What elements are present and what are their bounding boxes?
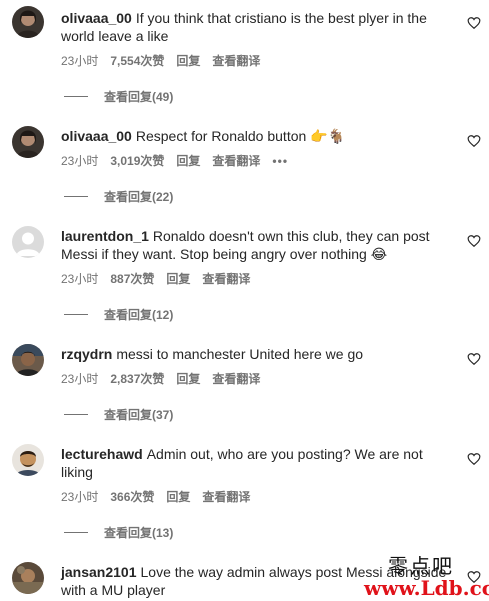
comment-meta: 23小时 7,554次赞 回复 查看翻译 [61,52,260,69]
avatar[interactable] [12,6,44,38]
heart-icon[interactable] [467,452,481,466]
comment-username[interactable]: rzqydrn [61,346,112,362]
divider-line [64,314,88,315]
divider-line [64,414,88,415]
watermark: 零点吧 www.Ldb.cc [364,550,489,600]
comment-text: laurentdon_1 Ronaldo doesn't own this clu… [61,227,453,263]
comment-time: 23小时 [61,54,99,68]
see-translation-button[interactable]: 查看翻译 [212,152,260,169]
view-replies-button[interactable]: 查看回复(13) [64,524,173,541]
avatar[interactable] [12,444,44,476]
comment-username[interactable]: laurentdon_1 [61,228,149,244]
comment-text: lecturehawd Admin out, who are you postin… [61,445,453,481]
comment-time: 23小时 [61,272,99,286]
comment-username[interactable]: olivaaa_00 [61,10,132,26]
comment-text: olivaaa_00 Respect for Ronaldo button 👉🐐 [61,127,453,145]
like-count[interactable]: 887次赞 [110,270,154,287]
view-replies-button[interactable]: 查看回复(49) [64,88,173,105]
view-replies-label: 查看回复(13) [104,526,174,540]
reply-button[interactable]: 回复 [166,270,190,287]
reply-button[interactable]: 回复 [176,370,200,387]
heart-icon[interactable] [467,16,481,30]
see-translation-button[interactable]: 查看翻译 [202,488,250,505]
avatar[interactable] [12,562,44,594]
heart-icon[interactable] [467,352,481,366]
view-replies-label: 查看回复(22) [104,190,174,204]
see-translation-button[interactable]: 查看翻译 [212,52,260,69]
reply-button[interactable]: 回复 [176,152,200,169]
comment-meta: 23小时 887次赞 回复 查看翻译 [61,270,250,287]
watermark-url: www.Ldb.cc [364,576,489,600]
view-replies-button[interactable]: 查看回复(37) [64,406,173,423]
like-count[interactable]: 2,837次赞 [110,370,164,387]
reply-button[interactable]: 回复 [176,52,200,69]
comment-username[interactable]: jansan2101 [61,564,137,580]
see-translation-button[interactable]: 查看翻译 [202,270,250,287]
more-options-icon[interactable]: ••• [272,154,288,168]
like-count[interactable]: 3,019次赞 [110,152,164,169]
comment-time: 23小时 [61,490,99,504]
comment-meta: 23小时 2,837次赞 回复 查看翻译 [61,370,260,387]
avatar[interactable] [12,344,44,376]
like-count[interactable]: 366次赞 [110,488,154,505]
see-translation-button[interactable]: 查看翻译 [212,370,260,387]
comment-username[interactable]: lecturehawd [61,446,143,462]
view-replies-label: 查看回复(37) [104,408,174,422]
like-count[interactable]: 7,554次赞 [110,52,164,69]
avatar[interactable] [12,226,44,258]
comment-body: Respect for Ronaldo button 👉🐐 [135,128,346,144]
comment-text: olivaaa_00 If you think that cristiano is… [61,9,453,45]
comment-text: rzqydrn messi to manchester United here w… [61,345,453,363]
heart-icon[interactable] [467,234,481,248]
comment-meta: 23小时 366次赞 回复 查看翻译 [61,488,250,505]
comment-username[interactable]: olivaaa_00 [61,128,132,144]
comment-time: 23小时 [61,372,99,386]
divider-line [64,196,88,197]
avatar[interactable] [12,126,44,158]
comment-body: messi to manchester United here we go [116,346,364,362]
divider-line [64,96,88,97]
watermark-chinese: 零点吧 [388,554,454,578]
reply-button[interactable]: 回复 [166,488,190,505]
view-replies-button[interactable]: 查看回复(12) [64,306,173,323]
comment-time: 23小时 [61,154,99,168]
view-replies-button[interactable]: 查看回复(22) [64,188,173,205]
divider-line [64,532,88,533]
comment-meta: 23小时 3,019次赞 回复 查看翻译 ••• [61,152,288,169]
view-replies-label: 查看回复(49) [104,90,174,104]
heart-icon[interactable] [467,134,481,148]
view-replies-label: 查看回复(12) [104,308,174,322]
